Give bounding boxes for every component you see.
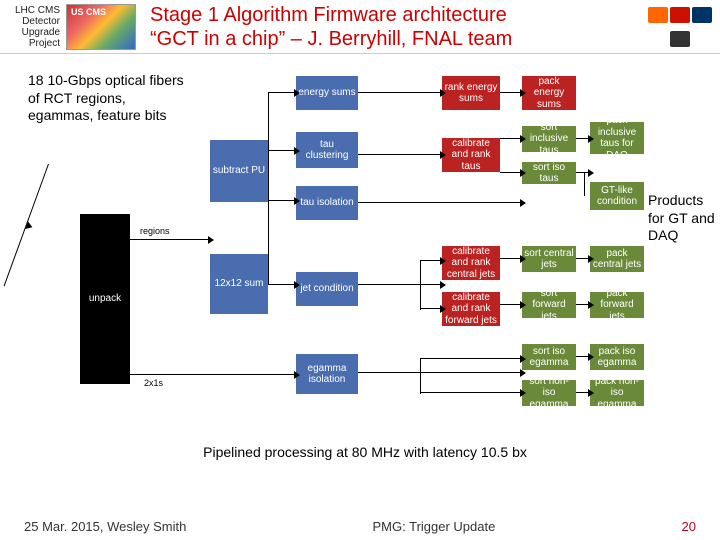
block-pack-incl-taus: pack inclusive taus for DAQ [590, 122, 644, 154]
annot-right: Products for GT and DAQ [648, 192, 720, 245]
uic-logo-icon [670, 31, 690, 47]
title-line1: Stage 1 Algorithm Firmware architecture [150, 3, 640, 27]
title-line2: “GCT in a chip” – J. Berryhill, FNAL tea… [150, 27, 640, 51]
block-cal-rank-taus: calibrate and rank taus [442, 138, 500, 172]
slide-footer: 25 Mar. 2015, Wesley Smith PMG: Trigger … [0, 519, 720, 534]
block-pack-iso-eg: pack iso egamma [590, 344, 644, 370]
block-rank-energy-sums: rank energy sums [442, 76, 500, 110]
block-jet-condition: jet condition [296, 272, 358, 306]
block-cal-rank-cjets: calibrate and rank central jets [442, 246, 500, 280]
affiliation-logos [640, 2, 720, 52]
project-label: LHC CMS Detector Upgrade Project [0, 1, 62, 53]
block-sort-iso-eg: sort iso egamma [522, 344, 576, 370]
block-12x12-sum: 12x12 sum [210, 254, 268, 314]
block-energy-sums: energy sums [296, 76, 358, 110]
block-unpack: unpack [80, 214, 130, 384]
block-subtract-pu: subtract PU [210, 140, 268, 202]
block-egamma-isolation: egamma isolation [296, 354, 358, 394]
footer-page: 20 [682, 519, 696, 534]
label-2x1s: 2x1s [144, 378, 163, 388]
footer-center: PMG: Trigger Update [373, 519, 496, 534]
block-sort-incl-taus: sort inclusive taus [522, 126, 576, 152]
block-pack-fjets: pack forward jets [590, 292, 644, 318]
annot-left: 18 10-Gbps optical fibers of RCT regions… [28, 72, 188, 125]
block-pack-noniso-eg: pack non-iso egamma [590, 380, 644, 406]
rice-logo-icon [692, 7, 712, 23]
block-sort-noniso-eg: sort non-iso egamma [522, 380, 576, 406]
block-cal-rank-fjets: calibrate and rank forward jets [442, 292, 500, 326]
block-pack-energy-sums: pack energy sums [522, 76, 576, 110]
label-regions: regions [140, 226, 170, 236]
footer-left: 25 Mar. 2015, Wesley Smith [24, 519, 186, 534]
annot-bottom: Pipelined processing at 80 MHz with late… [150, 444, 580, 462]
block-tau-isolation: tau isolation [296, 186, 358, 220]
slide-title: Stage 1 Algorithm Firmware architecture … [140, 3, 640, 51]
uf-logo-icon [648, 7, 668, 23]
diagram-canvas: 18 10-Gbps optical fibers of RCT regions… [0, 54, 720, 484]
block-sort-iso-taus: sort iso taus [522, 162, 576, 184]
block-gtlike-cond: GT-like condition [590, 182, 644, 210]
cms-logo-icon [66, 4, 136, 50]
block-sort-fjets: sort forward jets [522, 292, 576, 318]
wisc-logo-icon [670, 7, 690, 23]
block-tau-clustering: tau clustering [296, 132, 358, 168]
block-sort-cjets: sort central jets [522, 246, 576, 272]
slide-header: LHC CMS Detector Upgrade Project Stage 1… [0, 0, 720, 54]
block-pack-cjets: pack central jets [590, 246, 644, 272]
